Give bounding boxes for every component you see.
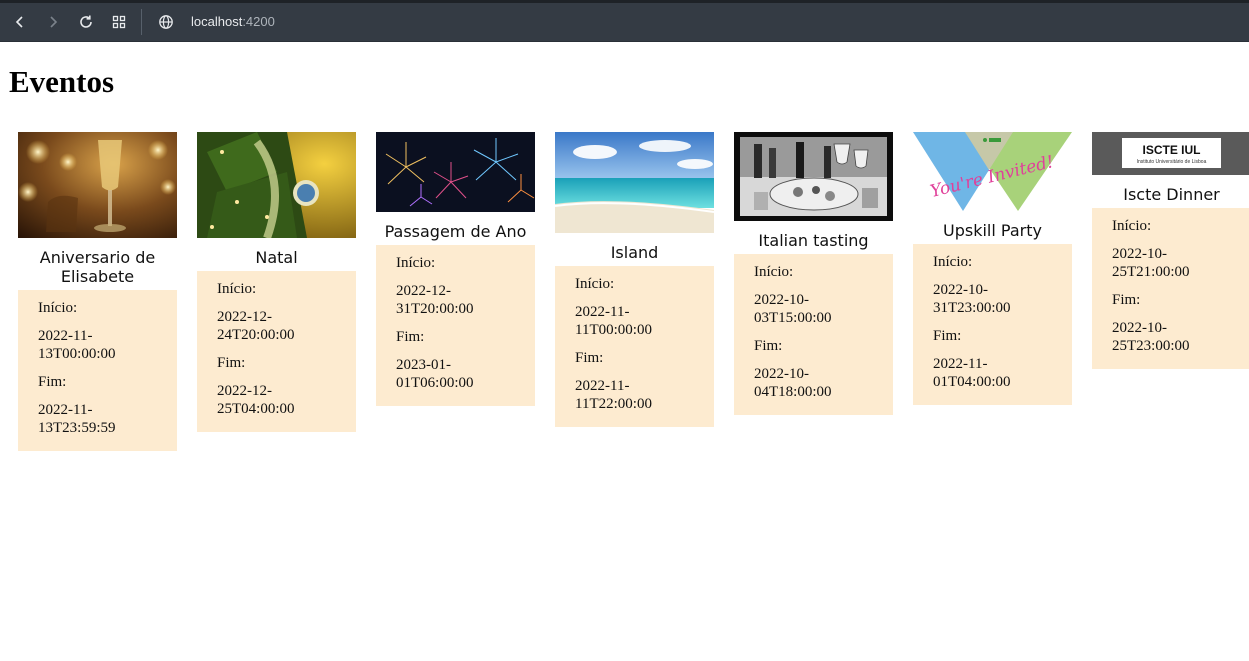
youre-invited-image: You're Invited! [913, 132, 1072, 211]
event-name: Island [610, 243, 659, 262]
globe-icon [159, 15, 173, 29]
start-label: Início: [575, 276, 615, 292]
event-name: Aniversario de Elisabete [39, 248, 156, 286]
start-label: Início: [1112, 218, 1152, 234]
iscte-logo-image: ISCTE IUL Instituto Universitário de Lis… [1092, 132, 1249, 175]
reload-icon [80, 15, 92, 28]
end-label: Fim: [754, 338, 783, 354]
event-card[interactable]: You're Invited! Upskill Party Início: 20… [913, 132, 1072, 405]
apps-button[interactable] [105, 8, 133, 36]
start-label: Início: [396, 255, 436, 271]
event-name: Iscte Dinner [1123, 185, 1220, 204]
address-bar[interactable]: localhost:4200 [191, 14, 275, 29]
fireworks-image [376, 132, 535, 212]
url-host: localhost [191, 14, 243, 29]
end-value: 2022-10-25T23:00:00 [1112, 320, 1190, 354]
beach-image [555, 132, 714, 233]
event-name: Italian tasting [758, 231, 869, 250]
start-value: 2022-12-24T20:00:00 [217, 309, 295, 343]
event-card[interactable]: Aniversario de Elisabete Início: 2022-11… [18, 132, 177, 451]
event-name: Passagem de Ano [384, 222, 527, 241]
end-value: 2022-10-04T18:00:00 [754, 366, 832, 400]
start-label: Início: [754, 264, 794, 280]
end-value: 2022-12-25T04:00:00 [217, 383, 295, 417]
event-dates: Início: 2022-11-11T00:00:00 Fim: 2022-11… [555, 266, 714, 427]
start-label: Início: [217, 281, 257, 297]
start-value: 2022-10-31T23:00:00 [933, 282, 1011, 316]
event-card[interactable]: Italian tasting Início: 2022-10-03T15:00… [734, 132, 893, 415]
page-title: Eventos [9, 64, 115, 99]
start-value: 2022-11-13T00:00:00 [38, 328, 116, 362]
start-value: 2022-10-03T15:00:00 [754, 292, 832, 326]
start-label: Início: [933, 254, 973, 270]
end-label: Fim: [1112, 292, 1141, 308]
christmas-tree-image [197, 132, 356, 238]
end-value: 2023-01-01T06:00:00 [396, 357, 474, 391]
start-value: 2022-10-25T21:00:00 [1112, 246, 1190, 280]
forward-button[interactable] [39, 8, 67, 36]
event-card[interactable]: Natal Início: 2022-12-24T20:00:00 Fim: 2… [197, 132, 356, 432]
arrow-left-icon [15, 16, 23, 28]
reload-button[interactable] [72, 8, 100, 36]
start-label: Início: [38, 300, 78, 316]
wine-table-image [734, 132, 893, 221]
champagne-candles-image [18, 132, 177, 238]
back-button[interactable] [6, 8, 34, 36]
event-name: Upskill Party [943, 221, 1042, 240]
site-info-button[interactable] [152, 8, 180, 36]
start-value: 2022-12-31T20:00:00 [396, 283, 474, 317]
end-label: Fim: [575, 350, 604, 366]
toolbar-separator [141, 9, 142, 35]
grid-icon [112, 15, 126, 29]
logo-text: ISCTE IUL [1142, 143, 1200, 157]
browser-toolbar: localhost:4200 [0, 3, 1249, 42]
end-value: 2022-11-01T04:00:00 [933, 356, 1011, 390]
event-dates: Início: 2022-12-24T20:00:00 Fim: 2022-12… [197, 271, 356, 432]
url-port: :4200 [242, 14, 275, 29]
logo-subtext: Instituto Universitário de Lisboa [1137, 159, 1207, 165]
arrow-right-icon [50, 16, 58, 28]
event-card[interactable]: ISCTE IUL Instituto Universitário de Lis… [1092, 132, 1249, 369]
event-card[interactable]: Island Início: 2022-11-11T00:00:00 Fim: … [555, 132, 714, 427]
event-name: Natal [255, 248, 298, 267]
event-dates: Início: 2022-10-31T23:00:00 Fim: 2022-11… [913, 244, 1072, 405]
end-value: 2022-11-11T22:00:00 [575, 378, 652, 412]
event-dates: Início: 2022-12-31T20:00:00 Fim: 2023-01… [376, 245, 535, 406]
end-label: Fim: [933, 328, 962, 344]
end-label: Fim: [217, 355, 246, 371]
end-value: 2022-11-13T23:59:59 [38, 402, 116, 436]
event-dates: Início: 2022-10-25T21:00:00 Fim: 2022-10… [1092, 208, 1249, 369]
event-dates: Início: 2022-11-13T00:00:00 Fim: 2022-11… [18, 290, 177, 451]
end-label: Fim: [38, 374, 67, 390]
end-label: Fim: [396, 329, 425, 345]
event-card[interactable]: Passagem de Ano Início: 2022-12-31T20:00… [376, 132, 535, 406]
start-value: 2022-11-11T00:00:00 [575, 304, 652, 338]
event-dates: Início: 2022-10-03T15:00:00 Fim: 2022-10… [734, 254, 893, 415]
